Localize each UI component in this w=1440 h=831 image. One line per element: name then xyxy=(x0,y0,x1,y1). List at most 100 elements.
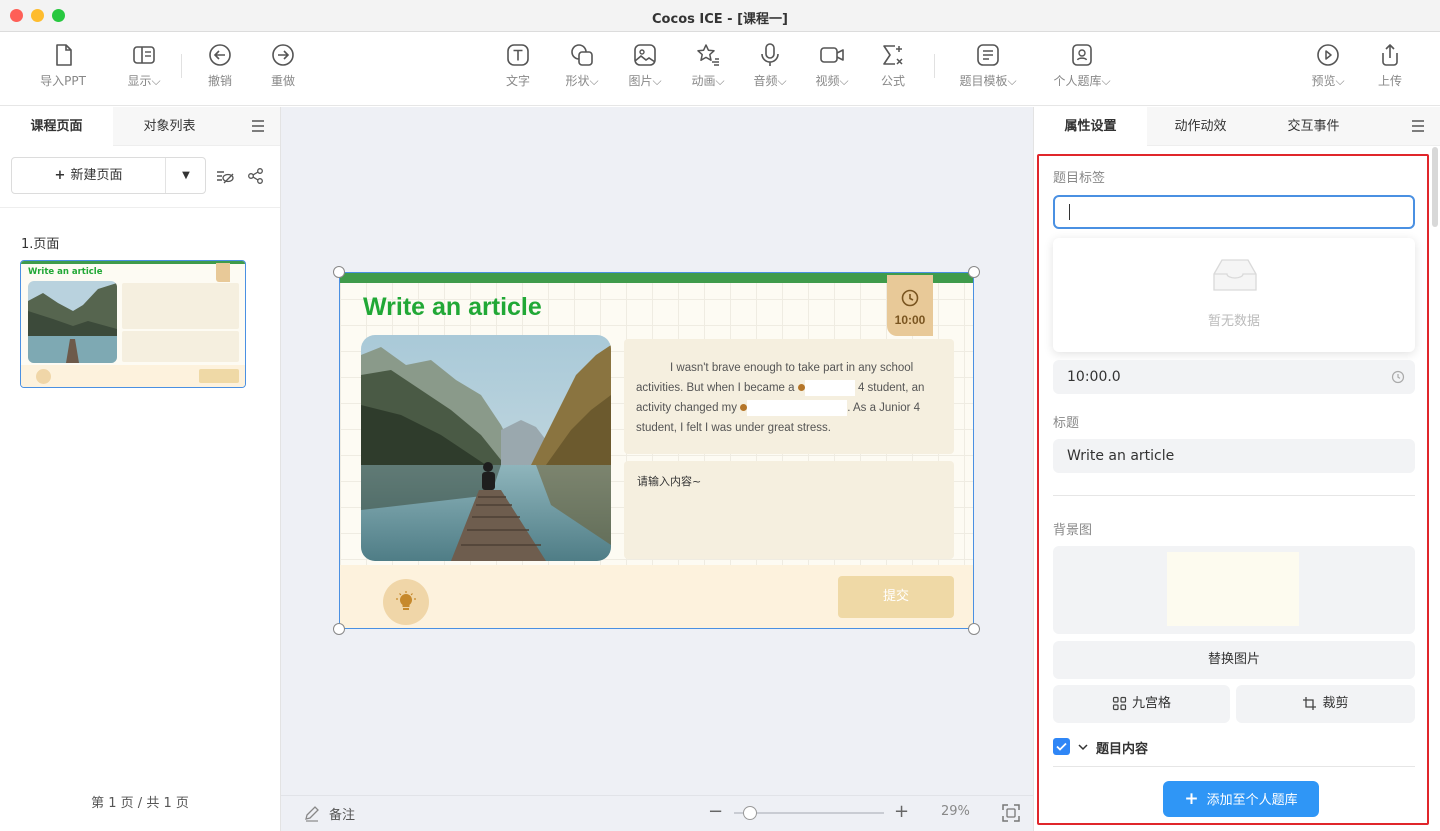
new-page-dropdown[interactable]: ▼ xyxy=(167,158,205,193)
scrollbar[interactable] xyxy=(1432,147,1438,227)
resize-handle-bottom-right[interactable] xyxy=(968,623,980,635)
tab-properties[interactable]: 属性设置 xyxy=(1034,107,1147,146)
resize-handle-top-left[interactable] xyxy=(333,266,345,278)
redo-label: 重做 xyxy=(270,74,295,88)
submit-button[interactable]: 提交 xyxy=(838,576,954,618)
timer-widget[interactable]: 10:00 xyxy=(887,275,933,336)
question-template-button[interactable]: 题目模板⌵ xyxy=(956,42,1020,89)
canvas-footer: 备注 − + 29% xyxy=(281,795,1033,831)
undo-button[interactable]: 撤销 xyxy=(188,42,252,89)
image-tool-label: 图片⌵ xyxy=(628,74,662,88)
audio-tool-button[interactable]: 音频⌵ xyxy=(738,42,802,89)
crop-button[interactable]: 裁剪 xyxy=(1236,685,1415,723)
nine-grid-button[interactable]: 九宫格 xyxy=(1053,685,1230,723)
nine-grid-label: 九宫格 xyxy=(1131,696,1171,711)
zoom-level: 29% xyxy=(941,804,970,819)
answer-input[interactable]: 请输入内容~ xyxy=(624,461,954,559)
import-ppt-button[interactable]: 导入PPT xyxy=(31,42,95,89)
tag-input[interactable] xyxy=(1053,195,1415,229)
tab-course-pages[interactable]: 课程页面 xyxy=(0,107,113,146)
slide-title[interactable]: Write an article xyxy=(363,293,542,322)
blank-2-icon xyxy=(740,404,748,412)
upload-button[interactable]: 上传 xyxy=(1358,42,1422,89)
zoom-slider-thumb[interactable] xyxy=(743,806,758,820)
animation-tool-label: 动画⌵ xyxy=(691,74,725,88)
slide-top-bar xyxy=(340,273,973,283)
redo-icon xyxy=(272,44,294,66)
content-checkbox[interactable] xyxy=(1053,738,1070,755)
time-input[interactable]: 10:00.0 xyxy=(1053,360,1415,394)
crop-label: 裁剪 xyxy=(1322,696,1349,711)
preview-button[interactable]: 预览⌵ xyxy=(1296,42,1360,89)
time-value: 10:00.0 xyxy=(1067,369,1121,385)
left-panel: 课程页面 对象列表 + 新建页面 ▼ 1.页面 Write an article xyxy=(0,107,281,831)
template-icon xyxy=(977,44,999,66)
left-tabs: 课程页面 对象列表 xyxy=(0,107,280,146)
formula-tool-button[interactable]: 公式 xyxy=(861,42,925,89)
new-page-button[interactable]: + 新建页面 xyxy=(12,158,166,193)
resize-handle-top-right[interactable] xyxy=(968,266,980,278)
tab-animations[interactable]: 动作动效 xyxy=(1144,107,1257,146)
divider xyxy=(1053,766,1415,767)
page-label: 1.页面 xyxy=(21,237,60,252)
divider xyxy=(0,207,280,208)
content-section-label: 题目内容 xyxy=(1096,742,1149,757)
tab-interactions[interactable]: 交互事件 xyxy=(1257,107,1370,146)
page-thumbnail[interactable]: Write an article xyxy=(20,260,246,388)
plus-icon: + xyxy=(1184,789,1199,809)
add-to-bank-button[interactable]: + 添加至个人题库 xyxy=(1163,781,1319,817)
thumb-textbox xyxy=(122,283,239,329)
thumb-title: Write an article xyxy=(28,267,103,277)
title-input[interactable]: Write an article xyxy=(1053,439,1415,473)
thumb-bulb xyxy=(36,369,51,384)
tab-object-list[interactable]: 对象列表 xyxy=(113,107,226,146)
pencil-icon xyxy=(305,806,319,822)
hide-icon[interactable] xyxy=(215,166,235,186)
menu-icon[interactable] xyxy=(1410,118,1426,134)
play-icon xyxy=(1317,44,1339,66)
menu-icon[interactable] xyxy=(250,118,266,134)
tag-label: 题目标签 xyxy=(1053,171,1106,186)
text-tool-button[interactable]: 文字 xyxy=(486,42,550,89)
formula-tool-label: 公式 xyxy=(880,74,905,88)
blank-field-1[interactable] xyxy=(804,379,855,396)
zoom-out-button[interactable]: − xyxy=(708,801,723,822)
hint-button[interactable] xyxy=(383,579,429,625)
user-card-icon xyxy=(1072,44,1092,66)
fit-screen-icon[interactable] xyxy=(1001,803,1021,823)
text-tool-label: 文字 xyxy=(505,74,530,88)
display-button[interactable]: 显示⌵ xyxy=(112,42,176,89)
personal-bank-button[interactable]: 个人题库⌵ xyxy=(1050,42,1114,89)
resize-handle-bottom-left[interactable] xyxy=(333,623,345,635)
lake-photo[interactable] xyxy=(361,335,611,561)
shape-tool-button[interactable]: 形状⌵ xyxy=(550,42,614,89)
window-title: Cocos ICE - [课程一] xyxy=(652,12,788,27)
new-page-label: 新建页面 xyxy=(70,168,123,183)
article-textbox[interactable]: I wasn't brave enough to take part in an… xyxy=(624,339,954,454)
empty-inbox-icon xyxy=(1213,259,1257,291)
blank-field-2[interactable] xyxy=(747,399,848,416)
slide-canvas[interactable]: Write an article 10:00 I wasn't brave en… xyxy=(339,272,974,629)
video-tool-button[interactable]: 视频⌵ xyxy=(800,42,864,89)
chevron-down-icon[interactable] xyxy=(1077,741,1089,753)
landscape-image xyxy=(361,335,611,561)
background-preview[interactable] xyxy=(1053,546,1415,634)
replace-image-button[interactable]: 替换图片 xyxy=(1053,641,1415,679)
blank-1-icon xyxy=(797,384,805,392)
animation-tool-button[interactable]: 动画⌵ xyxy=(676,42,740,89)
undo-icon xyxy=(209,44,231,66)
clock-icon xyxy=(901,289,919,307)
redo-button[interactable]: 重做 xyxy=(251,42,315,89)
image-tool-button[interactable]: 图片⌵ xyxy=(613,42,677,89)
upload-icon xyxy=(1382,44,1398,66)
question-template-label: 题目模板⌵ xyxy=(959,74,1017,88)
notes-button[interactable]: 备注 xyxy=(329,804,355,823)
crop-icon xyxy=(1303,697,1317,710)
new-page-button-group: + 新建页面 ▼ xyxy=(11,157,206,194)
share-icon[interactable] xyxy=(246,166,266,186)
shape-icon xyxy=(571,44,593,66)
thumb-inputbox xyxy=(122,331,239,362)
thumb-timer xyxy=(216,263,230,282)
preview-label: 预览⌵ xyxy=(1311,74,1345,88)
zoom-in-button[interactable]: + xyxy=(894,801,909,822)
